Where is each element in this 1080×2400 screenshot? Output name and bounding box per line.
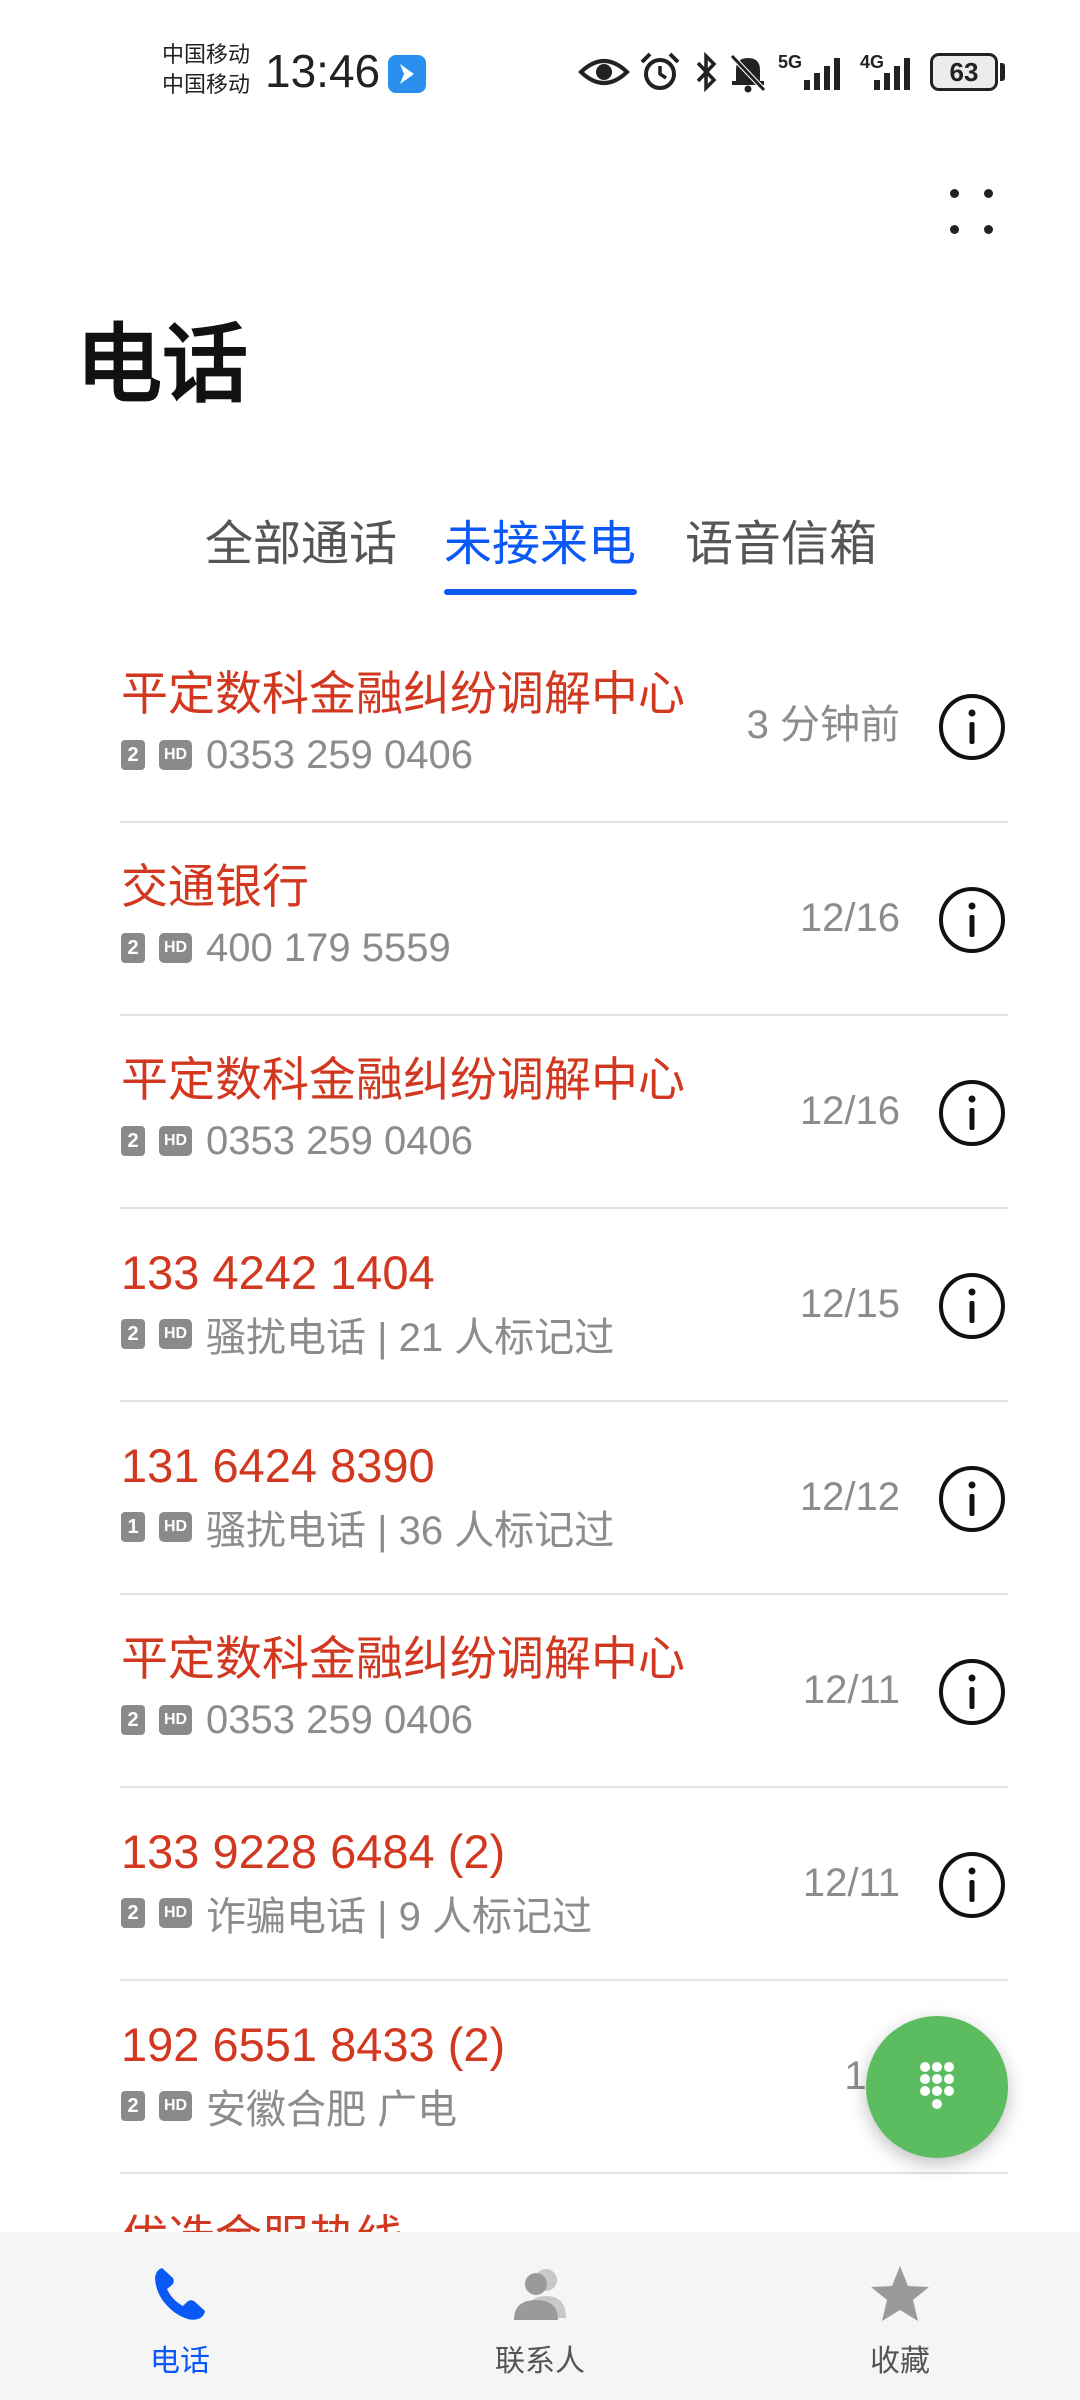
caller-name: 133 4242 1404 [121, 1246, 435, 1299]
carrier-1: 中国移动 [162, 42, 251, 67]
call-subline: 2 HD 0353 259 0406 [121, 1116, 473, 1166]
active-tab-indicator [444, 589, 637, 595]
tab-voicemail[interactable]: 语音信箱 [685, 505, 877, 585]
more-dots-icon [950, 225, 959, 234]
call-subline: 1 HD 骚扰电话 | 36 人标记过 [121, 1502, 614, 1553]
info-icon[interactable] [937, 1464, 1007, 1534]
info-icon[interactable] [937, 1850, 1007, 1920]
call-detail: 骚扰电话 | 36 人标记过 [206, 1509, 615, 1553]
bottom-navigation: 电话 联系人 收藏 [0, 2232, 1080, 2400]
tab-all-calls[interactable]: 全部通话 [205, 505, 397, 585]
call-log-row[interactable]: 平定数科金融纠纷调解中心 2 HD 0353 259 0406 12/16 [0, 1016, 1080, 1209]
sim-card-badge: 2 [121, 1705, 145, 1735]
call-detail: 安徽合肥 广电 [206, 2088, 458, 2132]
status-time: 13:46 [265, 45, 381, 97]
eye-comfort-icon [578, 59, 630, 85]
more-dots-icon [984, 225, 993, 234]
dialpad-icon [920, 2062, 954, 2109]
signal-strength-icon [874, 58, 910, 90]
battery-tip [1000, 63, 1005, 81]
sim-card-badge: 2 [121, 933, 145, 963]
more-dots-icon [984, 189, 993, 198]
hd-call-badge: HD [159, 1705, 192, 1735]
caller-name: 192 6551 8433 (2) [121, 2018, 506, 2071]
nav-label: 收藏 [870, 2345, 930, 2378]
caller-name: 131 6424 8390 [121, 1439, 435, 1492]
call-detail: 诈骗电话 | 9 人标记过 [206, 1895, 592, 1939]
call-log-row[interactable]: 平定数科金融纠纷调解中心 2 HD 0353 259 0406 12/11 [0, 1595, 1080, 1788]
call-time: 12/16 [799, 896, 900, 940]
mute-bell-icon [730, 54, 766, 93]
nav-contacts[interactable]: 联系人 [440, 2232, 640, 2400]
sim-card-badge: 2 [121, 740, 145, 770]
hd-call-badge: HD [159, 740, 192, 770]
hd-call-badge: HD [159, 2091, 192, 2121]
call-subline: 2 HD 诈骗电话 | 9 人标记过 [121, 1888, 592, 1939]
hd-call-badge: HD [159, 933, 192, 963]
more-dots-icon [950, 189, 959, 198]
sim-card-badge: 2 [121, 1319, 145, 1349]
call-detail: 0353 259 0406 [206, 1697, 473, 1742]
call-detail: 骚扰电话 | 21 人标记过 [206, 1316, 615, 1360]
hd-call-badge: HD [159, 1898, 192, 1928]
battery-indicator: 63 [930, 53, 998, 91]
call-subline: 2 HD 安徽合肥 广电 [121, 2081, 457, 2132]
call-subline: 2 HD 0353 259 0406 [121, 730, 473, 780]
call-subline: 2 HD 骚扰电话 | 21 人标记过 [121, 1309, 614, 1360]
star-icon [871, 2266, 929, 2321]
call-time: 3 分钟前 [746, 703, 900, 747]
dialpad-button[interactable] [866, 2016, 1008, 2158]
call-subline: 2 HD 0353 259 0406 [121, 1695, 473, 1745]
call-log-row[interactable]: 131 6424 8390 1 HD 骚扰电话 | 36 人标记过 12/12 [0, 1402, 1080, 1595]
sim-card-badge: 1 [121, 1512, 145, 1542]
caller-name: 平定数科金融纠纷调解中心 [121, 1053, 685, 1106]
sim-card-badge: 2 [121, 1898, 145, 1928]
info-icon[interactable] [937, 885, 1007, 955]
nav-phone[interactable]: 电话 [80, 2232, 280, 2400]
call-time: 12/15 [799, 1282, 900, 1326]
info-icon[interactable] [937, 1657, 1007, 1727]
call-time: 12/11 [802, 1668, 900, 1712]
call-time: 12/12 [799, 1475, 900, 1519]
call-filter-tabs: 全部通话 未接来电 语音信箱 [0, 505, 1080, 595]
tab-missed-calls[interactable]: 未接来电 [444, 505, 636, 585]
call-time: 12/11 [802, 1861, 900, 1905]
call-log-row[interactable]: 平定数科金融纠纷调解中心 2 HD 0353 259 0406 3 分钟前 [0, 630, 1080, 823]
alarm-icon [640, 52, 680, 90]
hd-call-badge: HD [159, 1319, 192, 1349]
sim-card-badge: 2 [121, 1126, 145, 1156]
nav-label: 电话 [150, 2345, 210, 2378]
call-log-row[interactable]: 交通银行 2 HD 400 179 5559 12/16 [0, 823, 1080, 1016]
hd-call-badge: HD [159, 1512, 192, 1542]
call-time: 12/16 [799, 1089, 900, 1133]
call-log-row[interactable]: 133 9228 6484 (2) 2 HD 诈骗电话 | 9 人标记过 12/… [0, 1788, 1080, 1981]
carrier-labels: 中国移动 中国移动 [162, 40, 250, 100]
carrier-2: 中国移动 [162, 72, 251, 97]
nav-favorites[interactable]: 收藏 [800, 2232, 1000, 2400]
app-notification-icon [388, 55, 426, 93]
phone-icon [155, 2268, 205, 2320]
sim-card-badge: 2 [121, 2091, 145, 2121]
caller-name: 平定数科金融纠纷调解中心 [121, 667, 685, 720]
more-options-button[interactable] [930, 175, 1010, 255]
status-bar: 中国移动 中国移动 13:46 5G 4G 63 [0, 0, 1080, 140]
info-icon[interactable] [937, 1271, 1007, 1341]
info-icon[interactable] [937, 1078, 1007, 1148]
caller-name: 平定数科金融纠纷调解中心 [121, 1632, 685, 1685]
call-detail: 0353 259 0406 [206, 1118, 473, 1163]
call-log-row[interactable]: 133 4242 1404 2 HD 骚扰电话 | 21 人标记过 12/15 [0, 1209, 1080, 1402]
call-detail: 0353 259 0406 [206, 732, 473, 777]
bluetooth-icon [696, 51, 717, 93]
caller-name: 交通银行 [121, 860, 309, 913]
network-type-1: 5G [778, 52, 803, 72]
hd-call-badge: HD [159, 1126, 192, 1156]
contacts-icon [514, 2269, 566, 2320]
call-detail: 400 179 5559 [206, 925, 451, 970]
page-title: 电话 [76, 317, 248, 413]
nav-label: 联系人 [495, 2345, 585, 2378]
caller-name: 133 9228 6484 (2) [121, 1825, 506, 1878]
call-subline: 2 HD 400 179 5559 [121, 923, 451, 973]
signal-strength-icon [804, 58, 840, 90]
info-icon[interactable] [937, 692, 1007, 762]
